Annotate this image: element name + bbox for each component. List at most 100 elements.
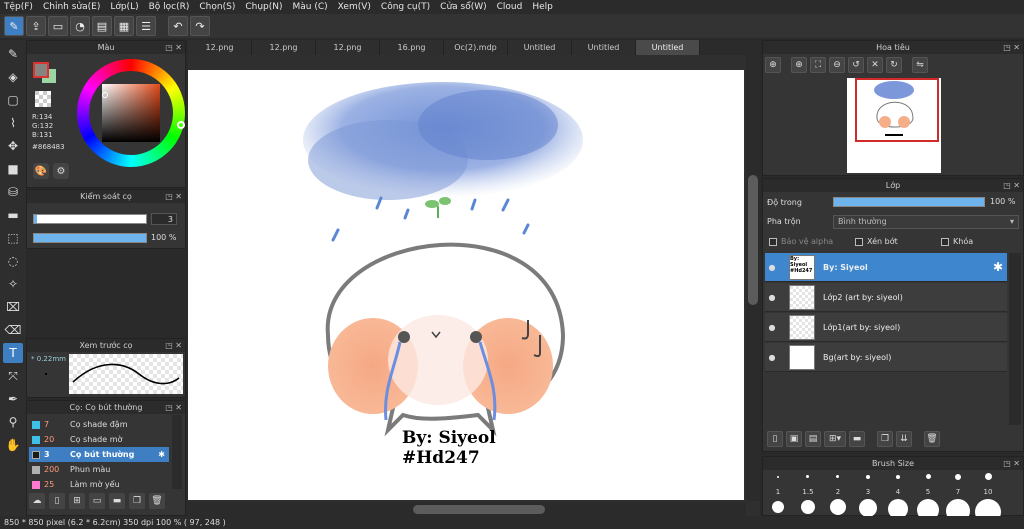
redo-icon[interactable]: ↷: [190, 16, 210, 36]
zoom-in-alt-icon[interactable]: ⊕: [791, 57, 807, 73]
duplicate-layer-icon[interactable]: ❐: [877, 431, 893, 447]
zoom-in-icon[interactable]: ⊕: [765, 57, 781, 73]
brush-size-dot[interactable]: [806, 475, 809, 478]
visibility-icon[interactable]: ●: [765, 293, 779, 302]
brush-size-dot[interactable]: [955, 474, 961, 480]
visibility-icon[interactable]: ●: [765, 323, 779, 332]
menu-color[interactable]: Màu (C): [293, 2, 328, 12]
panel-close-icon[interactable]: ◳ ✕: [1003, 41, 1020, 54]
brush-folder-icon[interactable]: ▬: [109, 493, 125, 509]
canvas-vertical-thumb[interactable]: [748, 175, 758, 305]
brush-item[interactable]: 25 Làm mờ yếu: [29, 477, 169, 492]
menu-list-icon[interactable]: ☰: [136, 16, 156, 36]
brush-size-slider[interactable]: [33, 214, 147, 224]
menu-edit[interactable]: Chỉnh sửa(E): [43, 2, 100, 12]
menu-cloud[interactable]: Cloud: [497, 2, 523, 12]
menu-layer[interactable]: Lớp(L): [110, 2, 138, 12]
panel-close-icon[interactable]: ◳ ✕: [165, 190, 182, 203]
panel-close-icon[interactable]: ◳ ✕: [165, 41, 182, 54]
brush-item[interactable]: 200 Phun màu: [29, 462, 169, 477]
layer-opacity-slider[interactable]: [833, 197, 985, 207]
menu-tools[interactable]: Công cụ(T): [381, 2, 430, 12]
share-icon[interactable]: ⇪: [26, 16, 46, 36]
transparent-swatch[interactable]: [35, 91, 51, 107]
rectangle-tool-icon[interactable]: ▢: [3, 90, 23, 110]
navigator-thumbnail[interactable]: [847, 78, 941, 173]
clipping-checkbox[interactable]: Xén bớt: [855, 237, 898, 246]
menu-window[interactable]: Cửa sổ(W): [440, 2, 486, 12]
document-icon[interactable]: ▤: [92, 16, 112, 36]
menu-select[interactable]: Chọn(S): [199, 2, 235, 12]
tab-16png[interactable]: 16.png: [380, 40, 444, 55]
tab-12png[interactable]: 12.png: [316, 40, 380, 55]
select-rect-icon[interactable]: ⬚: [3, 228, 23, 248]
brush-settings-icon[interactable]: ✱: [158, 450, 165, 459]
fill-rect-tool-icon[interactable]: ■: [3, 159, 23, 179]
tab-untitled[interactable]: Untitled: [572, 40, 636, 55]
visibility-icon[interactable]: ●: [765, 263, 779, 272]
layer-folder-icon[interactable]: ▬: [849, 431, 865, 447]
fit-icon[interactable]: ⛶: [810, 57, 826, 73]
brush-delete-icon[interactable]: 🗑: [149, 493, 165, 509]
dot-tool-icon[interactable]: ⌇: [3, 113, 23, 133]
color-wheel[interactable]: [77, 59, 185, 167]
brush-size-dot[interactable]: [859, 499, 877, 517]
brush-size-dot[interactable]: [836, 475, 839, 478]
layer-row[interactable]: ● Lớp2 (art by: siyeol): [765, 283, 1007, 312]
tab-oc2-mdp[interactable]: Oc(2).mdp: [444, 40, 508, 55]
menu-view[interactable]: Xem(V): [338, 2, 371, 12]
protect-alpha-checkbox[interactable]: Bảo vệ alpha: [769, 237, 833, 246]
select-eraser-icon[interactable]: ⌫: [3, 320, 23, 340]
rotate-right-icon[interactable]: ↻: [886, 57, 902, 73]
eraser-tool-icon[interactable]: ◈: [3, 67, 23, 87]
brush-item-selected[interactable]: 3 Cọ bút thường ✱: [29, 447, 169, 462]
tab-12png[interactable]: 12.png: [252, 40, 316, 55]
select-pen-icon[interactable]: ⌧: [3, 297, 23, 317]
brush-item[interactable]: 7 Cọ shade đậm: [29, 417, 169, 432]
pen-tool-icon[interactable]: ✒: [3, 389, 23, 409]
canvas-vertical-scrollbar[interactable]: [746, 55, 760, 501]
tab-untitled[interactable]: Untitled: [508, 40, 572, 55]
palette-settings-icon[interactable]: ⚙: [53, 163, 69, 179]
brush-size-dot[interactable]: [772, 501, 784, 513]
lasso-tool-icon[interactable]: ◌: [3, 251, 23, 271]
sv-cursor[interactable]: [102, 92, 108, 98]
magic-wand-icon[interactable]: ✧: [3, 274, 23, 294]
brush-size-dot[interactable]: [777, 476, 779, 478]
actual-size-icon[interactable]: ✕: [867, 57, 883, 73]
new-halftone-layer-icon[interactable]: ▣: [786, 431, 802, 447]
brush-size-dot[interactable]: [866, 475, 870, 479]
brush-size-value[interactable]: 3: [151, 213, 177, 225]
brush-list-scrollbar[interactable]: [172, 415, 182, 489]
brush-copy-icon[interactable]: ▭: [89, 493, 105, 509]
new-8bit-layer-icon[interactable]: ▤: [805, 431, 821, 447]
panel-close-icon[interactable]: ◳ ✕: [165, 401, 182, 414]
merge-layer-icon[interactable]: ⇊: [896, 431, 912, 447]
visibility-icon[interactable]: ●: [765, 353, 779, 362]
panel-close-icon[interactable]: ◳ ✕: [1003, 457, 1020, 470]
brush-mode-icon[interactable]: ✎: [4, 16, 24, 36]
saturation-value-square[interactable]: [102, 84, 160, 142]
menu-file[interactable]: Tệp(F): [4, 2, 33, 12]
brush-cloud-icon[interactable]: ☁: [29, 493, 45, 509]
text-tool-icon[interactable]: T: [3, 343, 23, 363]
rotate-left-icon[interactable]: ↺: [848, 57, 864, 73]
menu-capture[interactable]: Chụp(N): [245, 2, 282, 12]
layer-row[interactable]: ● Bg(art by: siyeol): [765, 343, 1007, 372]
panel-close-icon[interactable]: ◳ ✕: [1003, 179, 1020, 192]
canvas-horizontal-thumb[interactable]: [413, 505, 545, 514]
canvas-horizontal-scrollbar[interactable]: [188, 502, 746, 516]
brush-add-icon[interactable]: ⊞: [69, 493, 85, 509]
grid-icon[interactable]: ▦: [114, 16, 134, 36]
delete-layer-icon[interactable]: 🗑: [924, 431, 940, 447]
panel-close-icon[interactable]: ◳ ✕: [165, 339, 182, 352]
gradient-tool-icon[interactable]: ▬: [3, 205, 23, 225]
gear-icon[interactable]: ✱: [993, 260, 1003, 274]
eyedropper-tool-icon[interactable]: ⚲: [3, 412, 23, 432]
bucket-tool-icon[interactable]: ⛁: [3, 182, 23, 202]
tab-untitled-active[interactable]: Untitled: [636, 40, 700, 55]
navigator-view-frame[interactable]: [855, 78, 939, 142]
brush-item[interactable]: 20 Cọ shade mờ: [29, 432, 169, 447]
hue-cursor[interactable]: [177, 121, 185, 129]
chat-icon[interactable]: ◔: [70, 16, 90, 36]
